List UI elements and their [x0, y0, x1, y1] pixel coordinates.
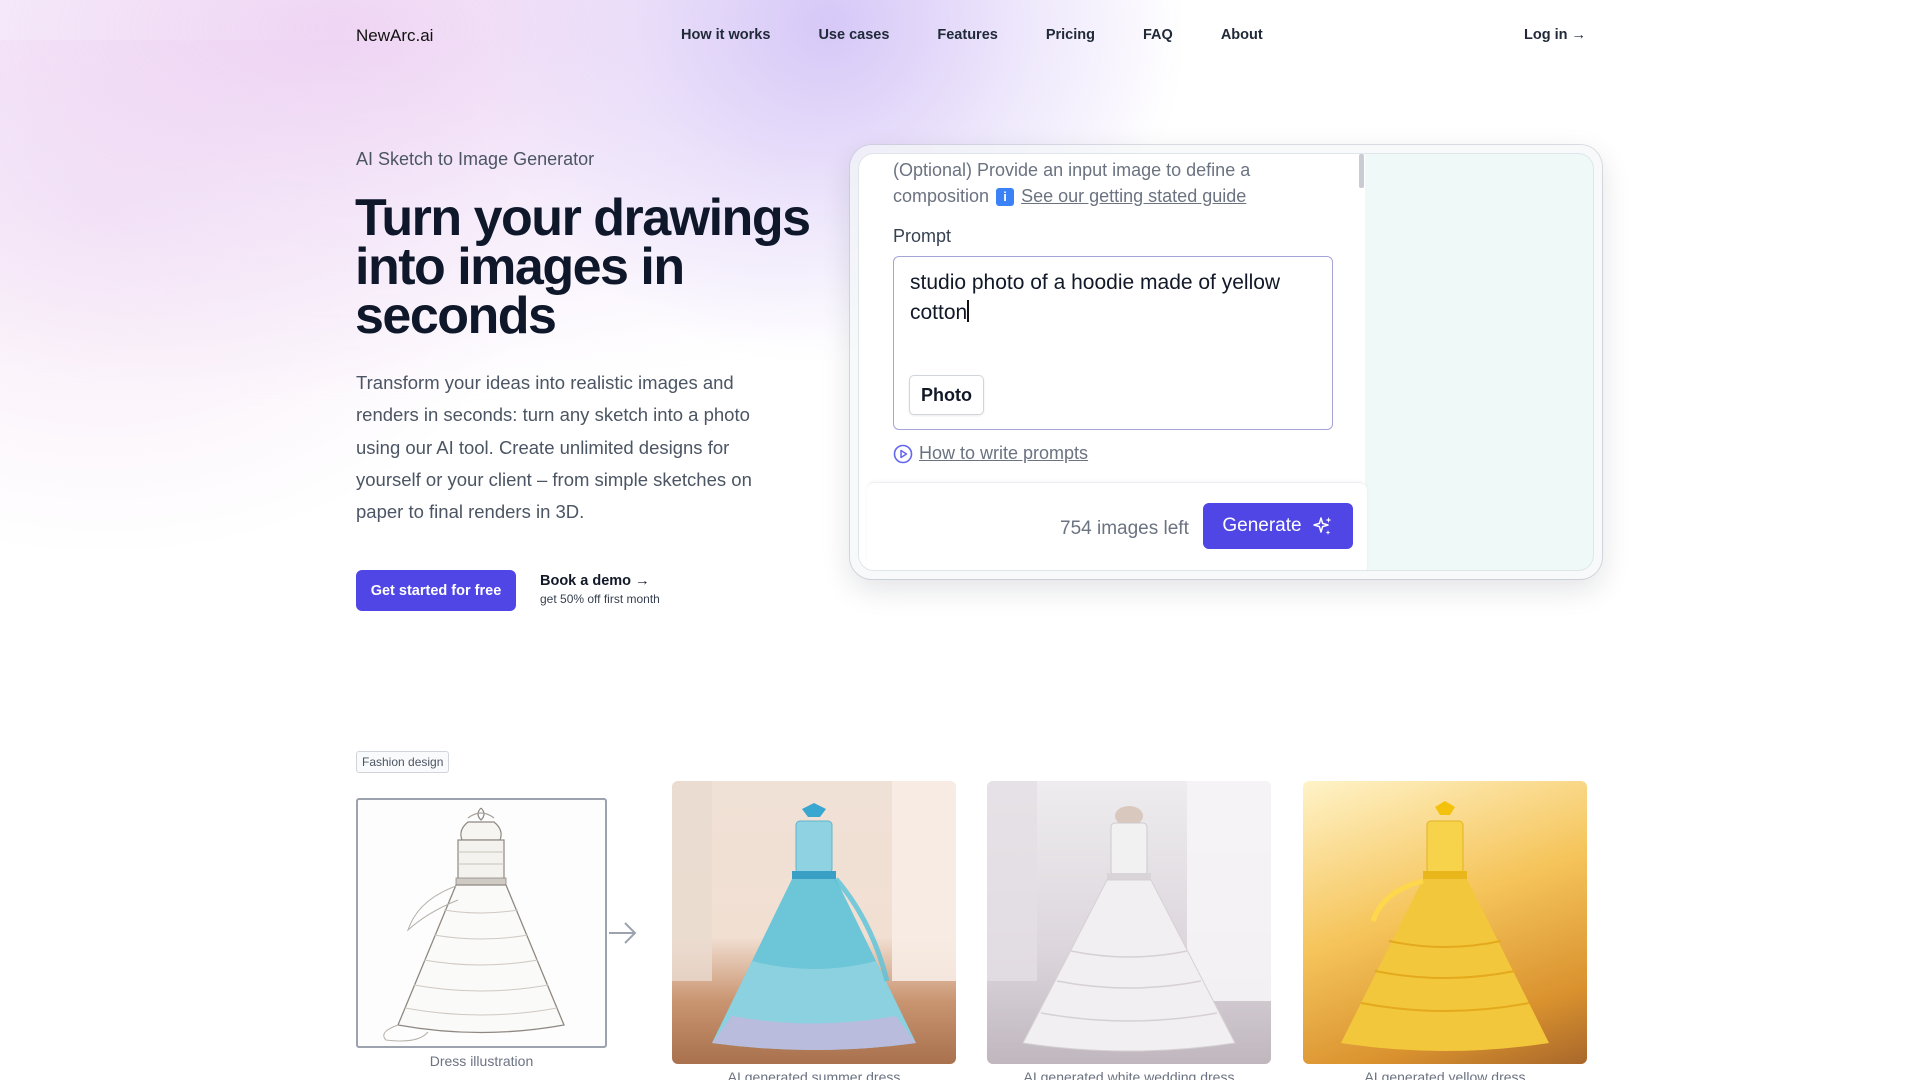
arrow-right-icon	[609, 922, 637, 944]
generate-button-label: Generate	[1222, 515, 1302, 536]
hero-description: Transform your ideas into realistic imag…	[356, 372, 752, 523]
nav-link-pricing[interactable]: Pricing	[1046, 27, 1095, 43]
how-to-write-prompts-label: How to write prompts	[919, 443, 1089, 463]
summer-dress-figure	[672, 781, 956, 1050]
book-demo-subtitle: get 50% off first month	[540, 592, 660, 606]
get-started-button[interactable]: Get started for free	[356, 570, 516, 611]
panel-scrollbar[interactable]	[1359, 154, 1364, 188]
top-nav: NewArc.ai How it works Use cases Feature…	[356, 24, 1586, 50]
book-demo-link[interactable]: Book a demo → get 50% off first month	[540, 573, 660, 606]
summer-dress-caption: AI generated summer dress	[727, 1069, 901, 1080]
brand-logo[interactable]: NewArc.ai	[356, 26, 433, 46]
input-image-hint: (Optional) Provide an input image to def…	[893, 158, 1313, 209]
nav-links: How it works Use cases Features Pricing …	[681, 27, 1311, 43]
generated-image-yellow-dress[interactable]	[1303, 781, 1587, 1064]
getting-started-guide-link[interactable]: See our getting stated guide	[1021, 186, 1246, 206]
info-icon: i	[996, 187, 1015, 206]
sparkles-icon	[1312, 517, 1332, 535]
text-caret	[967, 300, 970, 322]
nav-link-about[interactable]: About	[1221, 27, 1263, 43]
wedding-dress-figure	[987, 781, 1271, 1052]
images-left-counter: 754 images left	[1060, 518, 1189, 539]
dress-sketch-image	[356, 798, 607, 1048]
how-to-write-prompts-link[interactable]: How to write prompts	[893, 443, 1088, 464]
prompt-value-text: studio photo of a hoodie made of yellow …	[910, 271, 1281, 324]
play-circle-icon	[893, 444, 913, 463]
generator-card: (Optional) Provide an input image to def…	[858, 153, 1594, 571]
nav-link-use-cases[interactable]: Use cases	[818, 27, 889, 43]
generator-footer: 754 images left Generate	[867, 482, 1367, 570]
nav-link-how-it-works[interactable]: How it works	[681, 27, 770, 43]
prompt-label: Prompt	[893, 226, 952, 246]
nav-link-faq[interactable]: FAQ	[1143, 27, 1173, 43]
prompt-value: studio photo of a hoodie made of yellow …	[910, 268, 1310, 328]
prompt-textarea[interactable]: studio photo of a hoodie made of yellow …	[893, 256, 1333, 430]
generated-image-white-wedding-dress[interactable]	[987, 781, 1271, 1064]
generate-button[interactable]: Generate	[1203, 503, 1353, 549]
page: NewArc.ai How it works Use cases Feature…	[0, 0, 1920, 1080]
hero-headline: Turn your drawings into images in second…	[355, 189, 811, 345]
login-link[interactable]: Log in →	[1524, 27, 1586, 43]
yellow-dress-figure	[1341, 801, 1549, 1051]
style-chip-photo[interactable]: Photo	[909, 375, 984, 415]
generated-image-summer-dress[interactable]	[672, 781, 956, 1064]
hero-eyebrow: AI Sketch to Image Generator	[356, 149, 595, 169]
dress-sketch-drawing	[383, 807, 565, 1042]
nav-link-features[interactable]: Features	[937, 27, 997, 43]
yellow-dress-caption: AI generated yellow dress	[1364, 1069, 1526, 1080]
book-demo-title: Book a demo →	[540, 573, 650, 589]
sketch-caption: Dress illustration	[429, 1053, 534, 1069]
category-tag: Fashion design	[356, 751, 450, 773]
wedding-dress-caption: AI generated white wedding dress	[1023, 1069, 1235, 1080]
